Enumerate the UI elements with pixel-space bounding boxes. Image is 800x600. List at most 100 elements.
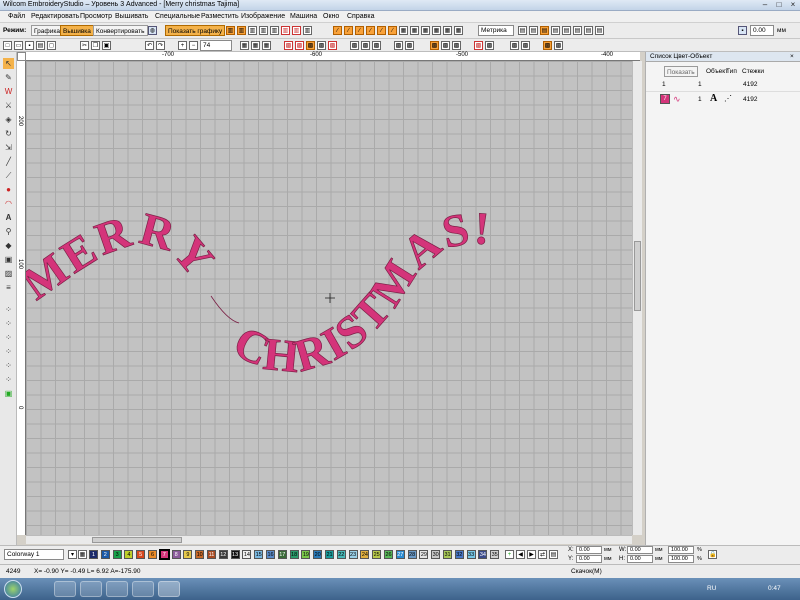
grid-tool-5-icon[interactable]: ▦ — [443, 26, 452, 35]
view-13-icon[interactable]: ▩ — [405, 41, 414, 50]
graphics-mode-button[interactable]: Графика — [31, 25, 63, 36]
view-7-icon[interactable]: ▩ — [317, 41, 326, 50]
color-swatch[interactable]: 34 — [478, 550, 488, 559]
picture-icon[interactable]: ▣ — [3, 388, 14, 399]
width-field[interactable]: 0.00 — [627, 546, 653, 554]
color-swatch[interactable]: 32 — [454, 550, 464, 559]
color-swatch[interactable]: 13 — [230, 550, 240, 559]
tool-f-icon[interactable]: ▤ — [573, 26, 582, 35]
color-swatch[interactable]: 27 — [395, 550, 405, 559]
menu-image[interactable]: Изображение — [241, 13, 285, 20]
move-right-icon[interactable]: ▶ — [527, 550, 536, 559]
stitch-tool-8-icon[interactable]: ▥ — [303, 26, 312, 35]
stitch-tool-7-icon[interactable]: ▥ — [292, 26, 301, 35]
color-swatch[interactable]: 28 — [407, 550, 417, 559]
copy-icon[interactable]: ❐ — [91, 41, 100, 50]
node-icon[interactable]: ◈ — [3, 114, 14, 125]
fill-tool-2-icon[interactable]: ∕ — [344, 26, 353, 35]
color-swatch[interactable]: 23 — [348, 550, 358, 559]
stitch-tool-1-icon[interactable]: ▥ — [226, 26, 235, 35]
lettering-icon[interactable]: A — [3, 212, 14, 223]
preview-icon[interactable]: ◻ — [47, 41, 56, 50]
grid-tool-4-icon[interactable]: ▦ — [432, 26, 441, 35]
vertical-scroll-thumb[interactable] — [634, 241, 641, 311]
x-field[interactable]: 0.00 — [576, 546, 602, 554]
clock[interactable]: 0:47 — [768, 585, 781, 592]
dots-4-icon[interactable]: ⁘ — [3, 346, 14, 357]
stitch-tool-2-icon[interactable]: ▥ — [237, 26, 246, 35]
show-graphics-button[interactable]: Показать графику — [165, 25, 226, 36]
convert-button[interactable]: Конвертировать — [93, 25, 148, 36]
dots-5-icon[interactable]: ⁘ — [3, 360, 14, 371]
tool-d-icon[interactable]: ▤ — [551, 26, 560, 35]
language-indicator[interactable]: RU — [707, 585, 716, 592]
embroidery-design[interactable]: MERRY CHRISTMAS! — [26, 61, 632, 535]
knife-icon[interactable]: ⚔ — [3, 100, 14, 111]
colorway-select[interactable]: Colorway 1 — [4, 549, 64, 560]
color-swatch[interactable]: 7 — [158, 549, 170, 560]
table-row[interactable]: 7 ∿ 1 A ⋰ 4192 — [646, 92, 800, 107]
dots-2-icon[interactable]: ⁘ — [3, 318, 14, 329]
vertical-scrollbar[interactable] — [632, 61, 642, 535]
horizontal-scroll-thumb[interactable] — [92, 537, 182, 543]
dots-6-icon[interactable]: ⁘ — [3, 374, 14, 385]
cut-icon[interactable]: ✂ — [80, 41, 89, 50]
color-swatch[interactable]: 31 — [443, 550, 452, 559]
swap-icon[interactable]: ⇄ — [538, 550, 547, 559]
reshape-icon[interactable]: ✎ — [3, 72, 14, 83]
stitch-tool-3-icon[interactable]: ▥ — [248, 26, 257, 35]
color-swatch[interactable]: 20 — [313, 550, 323, 559]
color-swatch[interactable]: 18 — [289, 550, 299, 559]
stripe-icon[interactable]: ≡ — [3, 282, 14, 293]
menu-edit[interactable]: Редактировать — [31, 13, 79, 20]
color-swatch[interactable]: 35 — [490, 550, 500, 559]
taskbar-app-4-icon[interactable] — [132, 581, 154, 597]
units-select[interactable]: Метрика — [478, 25, 514, 36]
menu-help[interactable]: Справка — [347, 13, 374, 20]
view-5-icon[interactable]: ▩ — [295, 41, 304, 50]
fill-tool-4-icon[interactable]: ∕ — [366, 26, 375, 35]
menu-arrange[interactable]: Разместить — [201, 13, 239, 20]
view-10-icon[interactable]: ▩ — [361, 41, 370, 50]
tool-b-icon[interactable]: ▤ — [529, 26, 538, 35]
color-swatch[interactable]: 5 — [136, 550, 146, 559]
design-text-merry[interactable]: MERRY — [26, 202, 226, 310]
palette-icon[interactable]: ▦ — [78, 550, 87, 559]
menu-view[interactable]: Просмотр — [80, 13, 112, 20]
minimize-button[interactable]: – — [758, 0, 772, 10]
color-swatch[interactable]: 24 — [360, 550, 370, 559]
show-objects-button[interactable]: Показать — [664, 66, 698, 77]
grid-tool-6-icon[interactable]: ▦ — [454, 26, 463, 35]
grid-tool-1-icon[interactable]: ▦ — [399, 26, 408, 35]
view-6-icon[interactable]: ▩ — [306, 41, 315, 50]
shape-icon[interactable]: ◆ — [3, 240, 14, 251]
paste-icon[interactable]: ▣ — [102, 41, 111, 50]
menu-special[interactable]: Специальные — [155, 13, 200, 20]
color-swatch[interactable]: 21 — [325, 550, 334, 559]
scale-icon[interactable]: ⇲ — [3, 142, 14, 153]
view-2-icon[interactable]: ▦ — [251, 41, 260, 50]
design-canvas[interactable]: MERRY CHRISTMAS! — [26, 61, 632, 535]
circle-tool-icon[interactable]: ● — [3, 184, 14, 195]
panel-close-icon[interactable]: × — [790, 52, 794, 62]
embroidery-mode-button[interactable]: Вышивка — [60, 25, 94, 36]
menu-file[interactable]: Файл — [8, 13, 25, 20]
tool-h-icon[interactable]: ▤ — [595, 26, 604, 35]
view-17-icon[interactable]: ▩ — [474, 41, 483, 50]
menu-machine[interactable]: Машина — [290, 13, 317, 20]
zoom-in-icon[interactable]: + — [178, 41, 187, 50]
stitch-tool-6-icon[interactable]: ▥ — [281, 26, 290, 35]
color-swatch[interactable]: 25 — [372, 550, 382, 559]
view-3-icon[interactable]: ▦ — [262, 41, 271, 50]
maximize-button[interactable]: □ — [772, 0, 786, 10]
color-swatch[interactable]: 11 — [207, 550, 216, 559]
view-8-icon[interactable]: ▩ — [328, 41, 337, 50]
colorway-options-icon[interactable]: ▾ — [68, 550, 77, 559]
thread-chart-icon[interactable]: ▤ — [549, 550, 558, 559]
print-icon[interactable]: ▤ — [36, 41, 45, 50]
view-19-icon[interactable]: ▩ — [510, 41, 519, 50]
line-icon[interactable]: ╱ — [3, 156, 14, 167]
color-swatch[interactable]: 9 — [183, 550, 193, 559]
taskbar-app-1-icon[interactable] — [54, 581, 76, 597]
view-11-icon[interactable]: ▩ — [372, 41, 381, 50]
